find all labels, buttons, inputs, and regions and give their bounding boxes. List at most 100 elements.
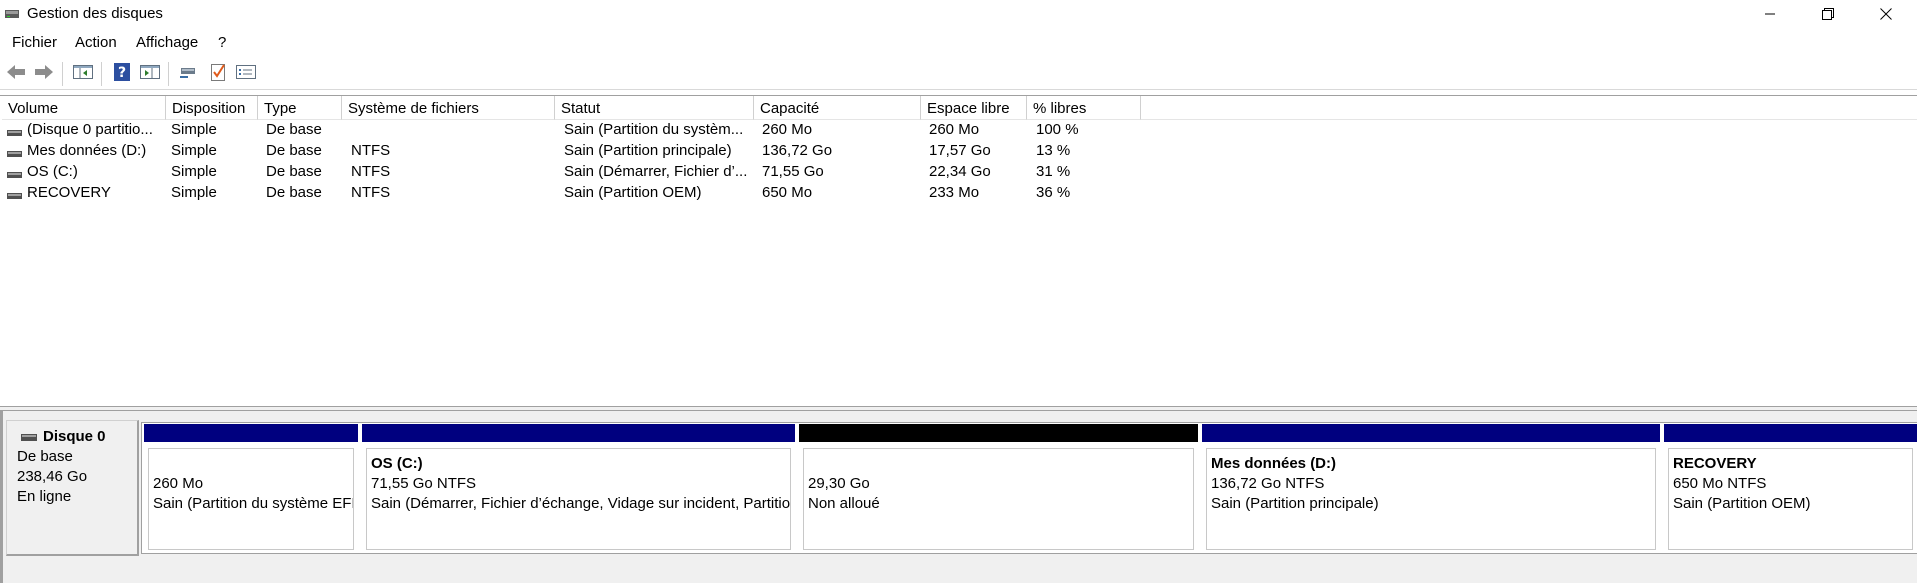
minimize-button[interactable]	[1741, 0, 1799, 30]
cell-volume: Mes données (D:)	[27, 142, 147, 159]
close-button[interactable]	[1857, 0, 1915, 30]
partition-body: 29,30 Go Non alloué	[803, 448, 1194, 550]
restore-icon	[1822, 7, 1834, 24]
back-button[interactable]	[5, 63, 27, 85]
toolbar-separator	[62, 62, 63, 86]
partition-body: Mes données (D:) 136,72 Go NTFS Sain (Pa…	[1206, 448, 1656, 550]
cell-capacite: 260 Mo	[762, 121, 813, 138]
partition-bar	[362, 424, 795, 442]
title-bar: Gestion des disques	[0, 0, 1917, 30]
column-header-filesystem[interactable]: Système de fichiers	[342, 96, 555, 120]
checklist-button[interactable]	[207, 63, 229, 85]
menu-action[interactable]: Action	[75, 34, 117, 51]
close-icon	[1880, 7, 1892, 24]
partition-efi[interactable]: 260 Mo Sain (Partition du système EFI)	[142, 423, 360, 553]
cell-disposition: Simple	[171, 121, 217, 138]
menu-bar: Fichier Action Affichage ?	[0, 30, 1917, 56]
cell-filesystem: NTFS	[351, 163, 391, 180]
menu-fichier[interactable]: Fichier	[12, 34, 57, 51]
cell-espace-libre: 260 Mo	[929, 121, 980, 138]
partition-status: Sain (Partition principale)	[1211, 495, 1379, 512]
help-button[interactable]: ?	[111, 63, 133, 85]
connect-icon	[179, 64, 199, 84]
cell-volume: (Disque 0 partitio...	[27, 121, 153, 138]
cell-statut: Sain (Partition principale)	[564, 142, 732, 159]
column-header-espace-libre[interactable]: Espace libre	[921, 96, 1027, 120]
restore-button[interactable]	[1799, 0, 1857, 30]
cell-volume: RECOVERY	[27, 184, 111, 201]
cell-statut: Sain (Démarrer, Fichier d’...	[564, 163, 748, 180]
action-pane-icon	[140, 64, 160, 84]
column-header-type[interactable]: Type	[258, 96, 342, 120]
cell-capacite: 650 Mo	[762, 184, 813, 201]
cell-espace-libre: 17,57 Go	[929, 142, 991, 159]
connect-button[interactable]	[178, 63, 200, 85]
toolbar-separator	[168, 62, 169, 86]
cell-statut: Sain (Partition OEM)	[564, 184, 702, 201]
cell-disposition: Simple	[171, 163, 217, 180]
partition-title	[808, 454, 1193, 474]
disk-icon	[21, 429, 37, 446]
volume-list[interactable]: Volume Disposition Type Système de fichi…	[0, 95, 1917, 406]
cell-type: De base	[266, 142, 322, 159]
partition-body: 260 Mo Sain (Partition du système EFI)	[148, 448, 354, 550]
help-icon: ?	[113, 62, 131, 86]
forward-icon	[34, 64, 54, 84]
back-icon	[6, 64, 26, 84]
partition-size: 136,72 Go NTFS	[1211, 475, 1325, 492]
disk-size: 238,46 Go	[17, 468, 88, 485]
column-header-disposition[interactable]: Disposition	[166, 96, 258, 120]
column-header-statut[interactable]: Statut	[555, 96, 754, 120]
properties-icon	[236, 64, 256, 84]
disk-type: De base	[17, 448, 73, 465]
partition-unallocated[interactable]: 29,30 Go Non alloué	[797, 423, 1200, 553]
cell-capacite: 71,55 Go	[762, 163, 824, 180]
disk-name: Disque 0	[43, 428, 106, 445]
partition-os-c[interactable]: OS (C:) 71,55 Go NTFS Sain (Démarrer, Fi…	[360, 423, 797, 553]
console-tree-button[interactable]	[72, 63, 94, 85]
partition-recovery[interactable]: RECOVERY 650 Mo NTFS Sain (Partition OEM…	[1662, 423, 1917, 553]
partition-status: Sain (Partition OEM)	[1673, 495, 1811, 512]
forward-button[interactable]	[33, 63, 55, 85]
cell-pct-libres: 36 %	[1036, 184, 1071, 201]
partition-bar	[799, 424, 1198, 442]
partition-status: Sain (Partition du système EFI)	[153, 495, 354, 512]
column-header-volume[interactable]: Volume	[2, 96, 166, 120]
partition-status: Sain (Démarrer, Fichier d’échange, Vidag…	[371, 495, 791, 512]
cell-volume: OS (C:)	[27, 163, 78, 180]
console-tree-icon	[73, 64, 93, 84]
disk-management-icon	[4, 7, 20, 21]
disk-0-partitions: 260 Mo Sain (Partition du système EFI) O…	[141, 422, 1917, 554]
cell-filesystem: NTFS	[351, 142, 391, 159]
svg-text:?: ?	[118, 65, 126, 81]
partition-body: OS (C:) 71,55 Go NTFS Sain (Démarrer, Fi…	[366, 448, 791, 550]
menu-help[interactable]: ?	[218, 34, 226, 51]
volume-icon	[7, 124, 22, 136]
disk-0-info[interactable]: Disque 0 De base 238,46 Go En ligne	[6, 420, 139, 556]
disk-state: En ligne	[17, 488, 72, 505]
action-pane-button[interactable]	[139, 63, 161, 85]
properties-button[interactable]	[235, 63, 257, 85]
partition-bar	[1202, 424, 1660, 442]
volume-icon	[7, 145, 22, 157]
cell-pct-libres: 100 %	[1036, 121, 1079, 138]
partition-size: 29,30 Go	[808, 475, 870, 492]
menu-affichage[interactable]: Affichage	[136, 34, 198, 51]
minimize-icon	[1764, 7, 1776, 24]
partition-mes-donnees-d[interactable]: Mes données (D:) 136,72 Go NTFS Sain (Pa…	[1200, 423, 1662, 553]
volume-icon	[7, 187, 22, 199]
column-header-capacite[interactable]: Capacité	[754, 96, 921, 120]
partition-size: 71,55 Go NTFS	[371, 475, 477, 492]
cell-disposition: Simple	[171, 142, 217, 159]
partition-size: 650 Mo NTFS	[1673, 475, 1767, 492]
checklist-icon	[209, 62, 227, 86]
toolbar: ?	[0, 57, 1917, 90]
cell-type: De base	[266, 184, 322, 201]
cell-capacite: 136,72 Go	[762, 142, 833, 159]
cell-espace-libre: 233 Mo	[929, 184, 980, 201]
cell-disposition: Simple	[171, 184, 217, 201]
partition-title: Mes données (D:)	[1211, 455, 1337, 472]
partition-status: Non alloué	[808, 495, 880, 512]
column-header-pct-libres[interactable]: % libres	[1027, 96, 1141, 120]
partition-size: 260 Mo	[153, 475, 204, 492]
